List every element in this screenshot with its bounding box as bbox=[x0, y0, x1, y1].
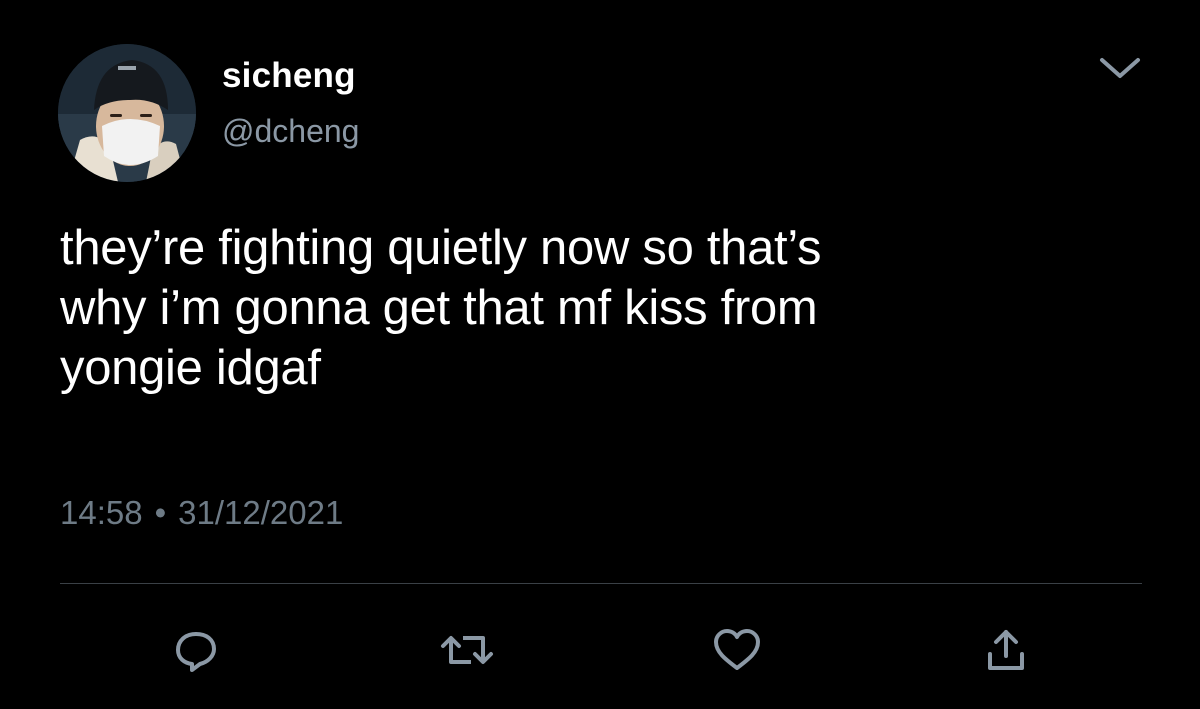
like-button[interactable] bbox=[707, 622, 767, 678]
retweet-icon bbox=[441, 636, 493, 664]
tweet-date: 31/12/2021 bbox=[178, 494, 344, 531]
like-icon bbox=[714, 629, 760, 670]
user-handle[interactable]: @dcheng bbox=[222, 113, 359, 150]
tweet-card: sicheng @dcheng they’re fighting quietly… bbox=[0, 0, 1200, 709]
separator-dot: • bbox=[154, 494, 167, 531]
chevron-down-icon[interactable] bbox=[1096, 52, 1144, 84]
display-name[interactable]: sicheng bbox=[222, 56, 356, 96]
retweet-button[interactable] bbox=[437, 622, 497, 678]
tweet-text: they’re fighting quietly now so that’s w… bbox=[60, 221, 822, 395]
avatar[interactable] bbox=[58, 44, 196, 182]
avatar-image bbox=[58, 44, 196, 182]
reply-button[interactable] bbox=[166, 622, 226, 678]
share-button[interactable] bbox=[976, 622, 1036, 678]
share-icon bbox=[988, 630, 1024, 670]
tweet-time: 14:58 bbox=[60, 494, 143, 531]
reply-icon bbox=[176, 632, 216, 672]
tweet-timestamp[interactable]: 14:58 • 31/12/2021 bbox=[60, 494, 343, 532]
divider bbox=[60, 583, 1142, 584]
